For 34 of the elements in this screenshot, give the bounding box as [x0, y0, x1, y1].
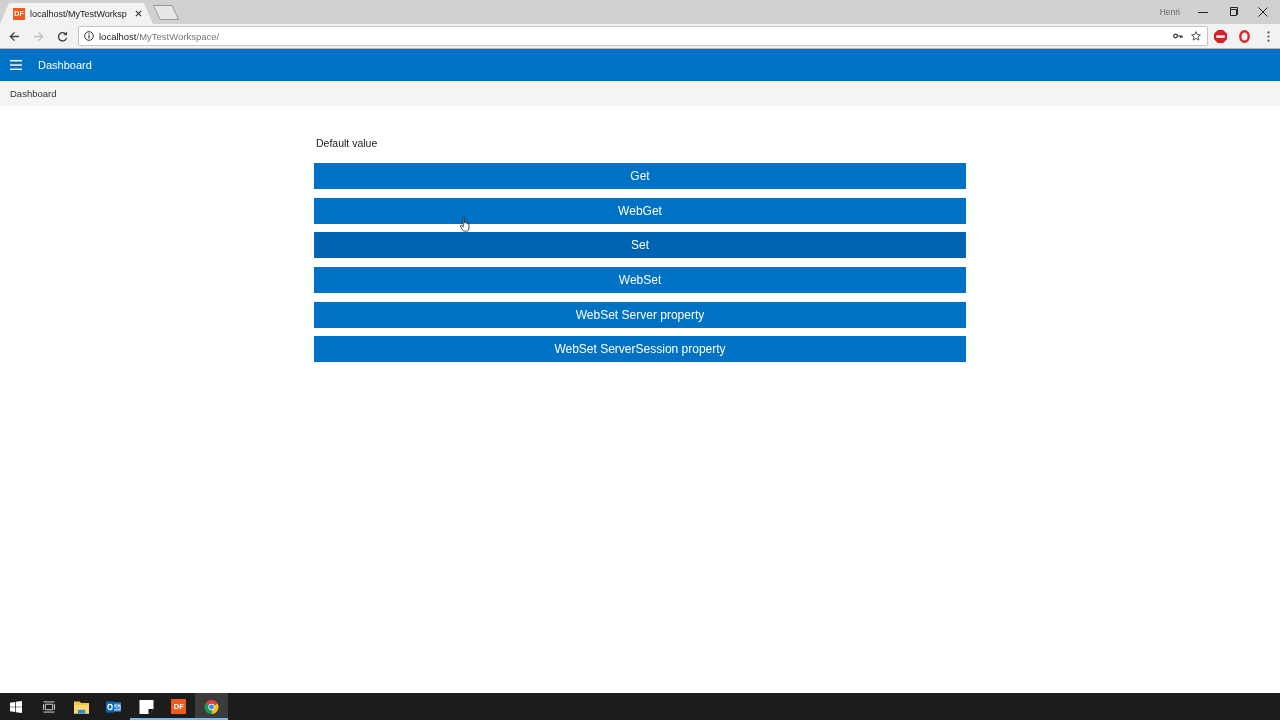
- windows-logo-icon: [10, 700, 23, 713]
- close-icon[interactable]: [134, 10, 142, 17]
- action-button[interactable]: WebSet ServerSession property: [314, 336, 966, 363]
- action-button[interactable]: WebGet: [314, 197, 966, 224]
- hand-cursor-icon: [460, 217, 471, 232]
- menu-icon[interactable]: [10, 60, 22, 70]
- breadcrumb-link[interactable]: Dashboard: [10, 88, 57, 99]
- mail-icon: [106, 699, 122, 714]
- action-button[interactable]: Set: [314, 232, 966, 259]
- ring-logo-icon: [1238, 29, 1250, 43]
- forward-arrow-icon: [32, 30, 44, 42]
- stop-sign-icon: [1213, 29, 1227, 43]
- back-arrow-icon: [8, 30, 20, 42]
- close-icon: [1258, 7, 1268, 17]
- task-view-icon: [42, 700, 55, 713]
- folder-icon: [73, 699, 89, 714]
- action-button[interactable]: Get: [314, 163, 966, 189]
- action-button[interactable]: WebSet Server property: [314, 301, 966, 328]
- taskbar-app-button[interactable]: [195, 693, 228, 720]
- restore-icon: [1228, 7, 1238, 17]
- section-label: Default value: [315, 137, 378, 149]
- profile-button[interactable]: Henri: [1159, 7, 1180, 17]
- star-icon[interactable]: [1191, 31, 1201, 41]
- key-icon[interactable]: [1173, 33, 1183, 39]
- circle-logo-icon: [203, 699, 219, 714]
- minimize-icon: [1198, 11, 1208, 13]
- url-text: localhost/MyTestWorkspace/: [99, 30, 220, 42]
- reload-icon: [56, 30, 68, 42]
- app-title: Dashboard: [38, 59, 92, 71]
- more-menu-icon: [1266, 30, 1270, 42]
- info-icon[interactable]: [84, 31, 94, 41]
- action-button[interactable]: WebSet: [314, 267, 966, 294]
- address-bar[interactable]: localhost/MyTestWorkspace/: [78, 26, 1208, 46]
- note-icon: [138, 699, 154, 714]
